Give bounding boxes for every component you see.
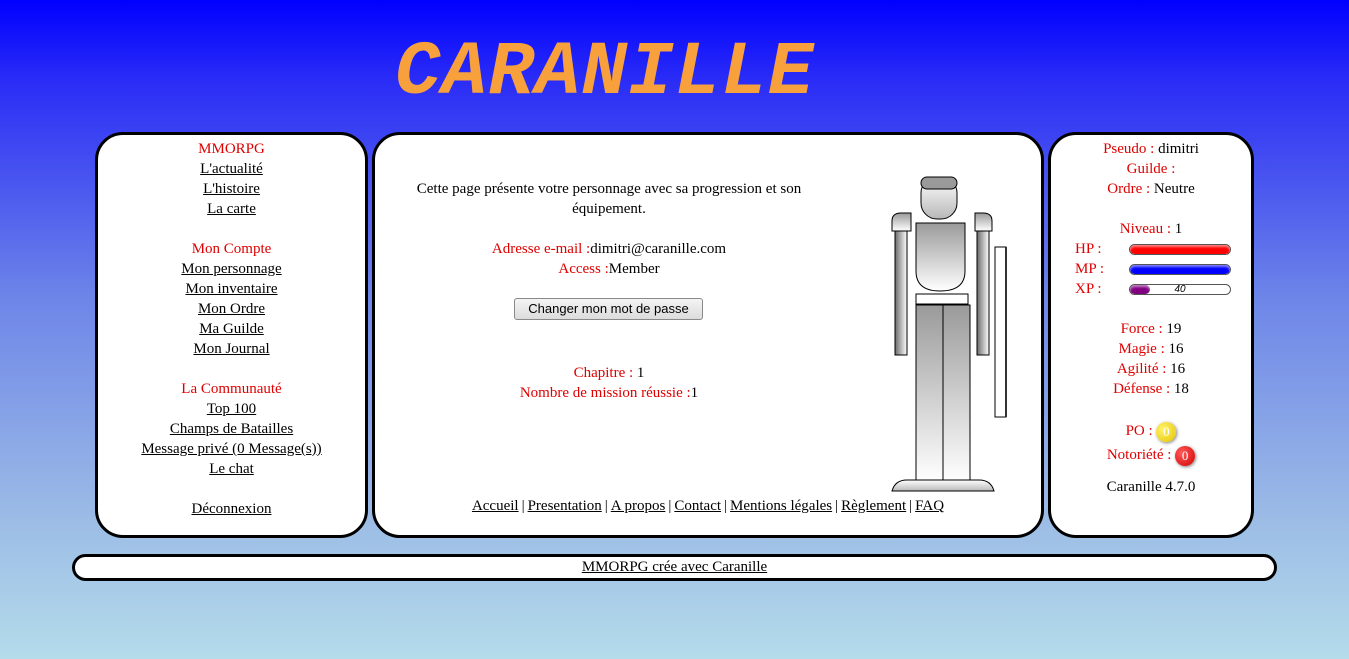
xp-value: 40: [1174, 284, 1186, 295]
chapter-value: 1: [633, 365, 645, 381]
menu-section-mmorpg: MMORPG: [198, 141, 265, 157]
equipment-slot-weapon: [994, 246, 1007, 418]
agilite-value: 16: [1166, 361, 1186, 377]
bottom-link-contact[interactable]: Contact: [674, 498, 721, 514]
missions-label: Nombre de mission réussie :: [519, 385, 691, 401]
logout-link[interactable]: Déconnexion: [192, 501, 272, 517]
mp-label: MP :: [1075, 261, 1105, 277]
site-title: CARANILLE: [395, 30, 815, 116]
access-row: Access :Member: [399, 259, 819, 279]
mp-row: MP :: [1051, 259, 1251, 279]
agilite-label: Agilité :: [1116, 361, 1167, 377]
menu-link-histoire[interactable]: L'histoire: [203, 181, 260, 197]
force-label: Force :: [1120, 321, 1163, 337]
access-label: Access :: [558, 261, 609, 277]
footer-bar: MMORPG crée avec Caranille: [72, 554, 1277, 581]
menu-link-journal[interactable]: Mon Journal: [193, 341, 269, 357]
access-value: Member: [608, 261, 660, 277]
character-panel: Cette page présente votre personnage ave…: [372, 132, 1044, 538]
hp-row: HP :: [1051, 239, 1251, 259]
defense-label: Défense :: [1113, 381, 1171, 397]
email-label: Adresse e-mail :: [491, 241, 591, 257]
xp-row: XP : 40: [1051, 279, 1251, 299]
menu-section-compte: Mon Compte: [191, 241, 272, 257]
guild-label: Guilde :: [1126, 161, 1176, 177]
menu-link-ordre[interactable]: Mon Ordre: [198, 301, 265, 317]
po-label: PO :: [1125, 423, 1153, 439]
left-menu-panel: MMORPG L'actualité L'histoire La carte M…: [95, 132, 368, 538]
hp-bar: [1129, 244, 1231, 255]
chapter-row: Chapitre : 1: [399, 363, 819, 383]
stats-panel: Pseudo : dimitri Guilde : Ordre : Neutre…: [1048, 132, 1254, 538]
order-label: Ordre :: [1107, 181, 1151, 197]
pseudo-label: Pseudo :: [1103, 141, 1155, 157]
pseudo-value: dimitri: [1154, 141, 1199, 157]
bottom-link-faq[interactable]: FAQ: [915, 498, 944, 514]
defense-value: 18: [1170, 381, 1189, 397]
bottom-link-accueil[interactable]: Accueil: [472, 498, 519, 514]
bottom-link-apropos[interactable]: A propos: [611, 498, 666, 514]
email-row: Adresse e-mail :dimitri@caranille.com: [399, 239, 819, 259]
menu-link-personnage[interactable]: Mon personnage: [181, 261, 281, 277]
level-label: Niveau :: [1119, 221, 1171, 237]
notoriety-label: Notoriété :: [1106, 447, 1172, 463]
menu-link-actualite[interactable]: L'actualité: [200, 161, 263, 177]
intro-text: Cette page présente votre personnage ave…: [416, 181, 802, 217]
hp-label: HP :: [1075, 241, 1102, 257]
equipment-slot-shoulder-left: [891, 212, 912, 232]
footer-link[interactable]: MMORPG crée avec Caranille: [582, 559, 767, 575]
version-text: Caranille 4.7.0: [1106, 479, 1196, 495]
bottom-link-mentions[interactable]: Mentions légales: [730, 498, 832, 514]
order-value: Neutre: [1150, 181, 1195, 197]
equipment-slot-shoulder-right: [974, 212, 993, 232]
menu-section-communaute: La Communauté: [181, 381, 282, 397]
menu-link-inventaire[interactable]: Mon inventaire: [185, 281, 277, 297]
chapter-label: Chapitre :: [573, 365, 634, 381]
equipment-slot-leg-left: [915, 304, 944, 482]
equipment-slot-leg-right: [942, 304, 971, 482]
email-value: dimitri@caranille.com: [590, 241, 727, 257]
missions-value: 1: [690, 385, 699, 401]
bottom-nav: Accueil | Presentation | A propos | Contact | Me…: [471, 498, 945, 514]
equipment-slot-belt: [915, 293, 969, 305]
menu-link-carte[interactable]: La carte: [207, 201, 256, 217]
bottom-link-reglement[interactable]: Règlement: [841, 498, 906, 514]
gold-coin-icon: 0: [1156, 421, 1177, 442]
menu-link-chat[interactable]: Le chat: [209, 461, 254, 477]
menu-link-champs-batailles[interactable]: Champs de Batailles: [170, 421, 293, 437]
force-value: 19: [1162, 321, 1182, 337]
character-equipment-figure: [891, 176, 1007, 492]
bottom-link-presentation[interactable]: Presentation: [528, 498, 602, 514]
equipment-slot-torso: [915, 222, 966, 292]
equipment-slot-feet: [891, 479, 995, 492]
magie-value: 16: [1164, 341, 1184, 357]
xp-bar: 40: [1129, 284, 1231, 295]
equipment-slot-arm-right: [976, 230, 990, 356]
level-value: 1: [1170, 221, 1183, 237]
menu-link-guilde[interactable]: Ma Guilde: [199, 321, 264, 337]
equipment-slot-arm-left: [894, 230, 908, 356]
xp-label: XP :: [1075, 281, 1102, 297]
change-password-button[interactable]: Changer mon mot de passe: [514, 298, 703, 320]
magie-label: Magie :: [1118, 341, 1165, 357]
missions-row: Nombre de mission réussie :1: [399, 383, 819, 403]
menu-link-top100[interactable]: Top 100: [207, 401, 256, 417]
menu-link-messages[interactable]: Message privé (0 Message(s)): [141, 441, 321, 457]
mp-bar: [1129, 264, 1231, 275]
notoriety-badge: 0: [1175, 445, 1196, 466]
